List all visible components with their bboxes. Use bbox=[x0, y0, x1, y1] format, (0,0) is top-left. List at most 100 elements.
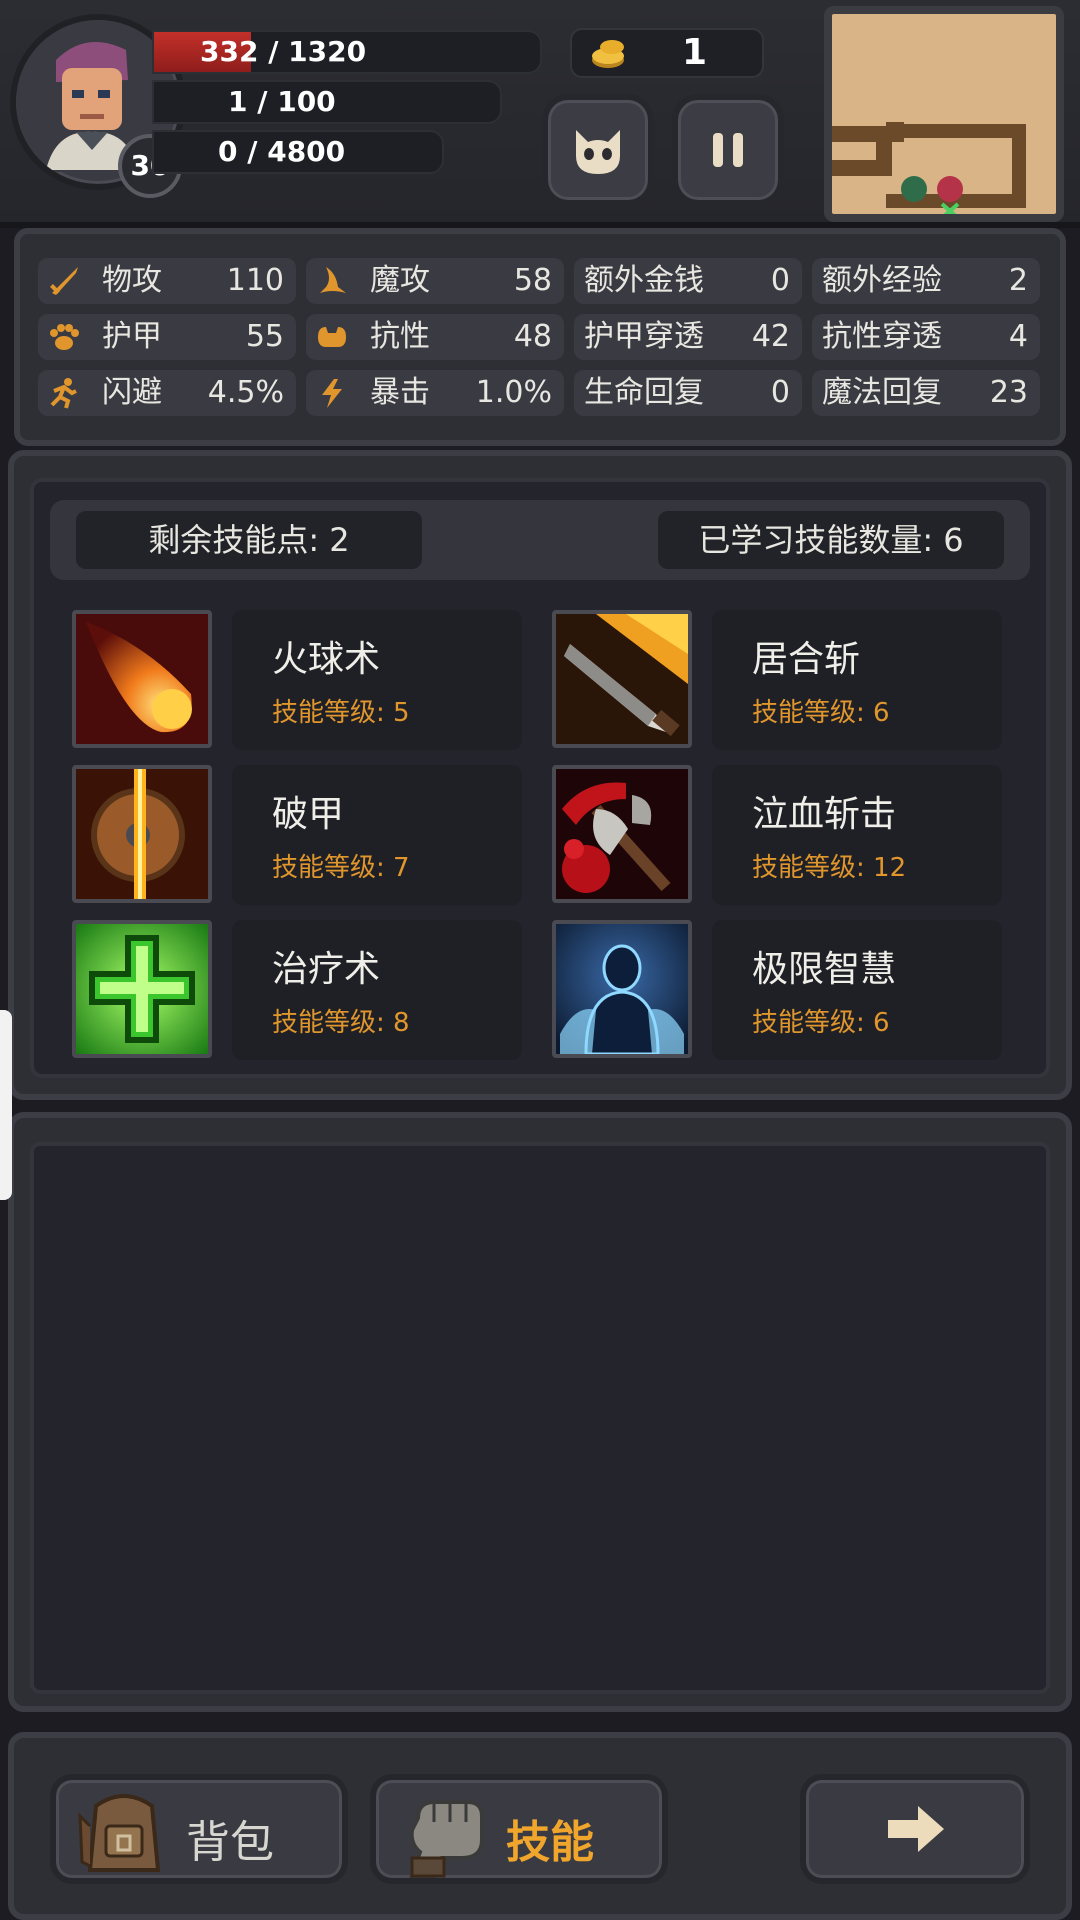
gold-amount: 1 bbox=[682, 32, 708, 73]
stat-7: 抗性穿透 4 bbox=[812, 314, 1040, 360]
stat-label: 闪避 bbox=[102, 375, 162, 410]
skill-level: 技能等级: 6 bbox=[752, 1008, 890, 1038]
mp-bar: 1 / 100 bbox=[152, 80, 502, 124]
skill-slot-armor-break[interactable] bbox=[72, 765, 212, 903]
stat-value: 48 bbox=[513, 319, 552, 354]
hp-bar: 332 / 1320 bbox=[152, 30, 542, 74]
bloody-axe-icon bbox=[556, 769, 688, 899]
stat-label: 暴击 bbox=[370, 375, 430, 410]
spirit-figure-icon bbox=[556, 924, 688, 1054]
wizard-hat-icon bbox=[320, 267, 346, 293]
stat-4: 护甲 55 bbox=[38, 314, 296, 360]
stat-value: 0 bbox=[770, 375, 790, 410]
stat-value: 110 bbox=[226, 263, 284, 298]
stat-value: 55 bbox=[245, 319, 284, 354]
stat-value: 1.0% bbox=[475, 375, 552, 410]
fireball-icon bbox=[76, 614, 208, 744]
backpack-label: 背包 bbox=[186, 1817, 274, 1868]
skill-name: 极限智慧 bbox=[752, 949, 897, 990]
stat-10: 生命回复 0 bbox=[574, 370, 802, 416]
stat-label: 魔法回复 bbox=[822, 375, 942, 410]
paw-armor-icon bbox=[50, 324, 79, 350]
stat-label: 物攻 bbox=[102, 263, 162, 298]
stat-1: 魔攻 58 bbox=[306, 258, 564, 304]
stat-2: 额外金钱 0 bbox=[574, 258, 802, 304]
stat-value: 0 bbox=[770, 263, 790, 298]
skill-level: 技能等级: 5 bbox=[272, 698, 410, 728]
backpack-button[interactable]: 背包 bbox=[50, 1774, 348, 1884]
skill-name: 居合斩 bbox=[752, 639, 861, 680]
minimap[interactable] bbox=[824, 6, 1064, 222]
skill-card-armor-break[interactable]: 破甲 技能等级: 7 bbox=[232, 765, 522, 905]
pause-icon bbox=[713, 133, 743, 167]
remaining-skill-points: 剩余技能点: 2 bbox=[76, 511, 422, 569]
skill-name: 泣血斩击 bbox=[752, 794, 897, 835]
skill-slot-extreme-wisdom[interactable] bbox=[552, 920, 692, 1058]
skill-card-extreme-wisdom[interactable]: 极限智慧 技能等级: 6 bbox=[712, 920, 1002, 1060]
skill-slot-fireball[interactable] bbox=[72, 610, 212, 748]
muscle-icon bbox=[318, 327, 346, 347]
skill-slot-iai-slash[interactable] bbox=[552, 610, 692, 748]
skill-level: 技能等级: 7 bbox=[272, 853, 410, 883]
skills-tab-label: 技能 bbox=[506, 1817, 594, 1868]
stat-label: 护甲穿透 bbox=[584, 319, 704, 354]
stat-5: 抗性 48 bbox=[306, 314, 564, 360]
skill-slot-bloody-strike[interactable] bbox=[552, 765, 692, 903]
stat-value: 4 bbox=[1008, 319, 1028, 354]
skill-card-fireball[interactable]: 火球术 技能等级: 5 bbox=[232, 610, 522, 750]
stat-label: 魔攻 bbox=[370, 263, 430, 298]
split-shield-icon bbox=[76, 769, 208, 899]
stat-value: 4.5% bbox=[207, 375, 284, 410]
hp-text: 332 / 1320 bbox=[200, 35, 367, 68]
stat-value: 42 bbox=[751, 319, 790, 354]
skills-header: 剩余技能点: 2 已学习技能数量: 6 bbox=[50, 500, 1030, 580]
backpack-icon bbox=[78, 1794, 161, 1872]
detail-panel-inner bbox=[30, 1142, 1050, 1694]
stat-label: 护甲 bbox=[102, 319, 162, 354]
skill-level: 技能等级: 8 bbox=[272, 1008, 410, 1038]
stat-label: 生命回复 bbox=[584, 375, 704, 410]
skill-level: 技能等级: 6 bbox=[752, 698, 890, 728]
learned-skill-count: 已学习技能数量: 6 bbox=[658, 511, 1004, 569]
stat-6: 护甲穿透 42 bbox=[574, 314, 802, 360]
gold-coin-icon bbox=[592, 40, 624, 68]
gold-counter: 1 bbox=[570, 28, 764, 78]
stat-9: 暴击 1.0% bbox=[306, 370, 564, 416]
fist-icon bbox=[409, 1800, 484, 1878]
xp-text: 0 / 4800 bbox=[218, 135, 346, 168]
lightning-icon bbox=[322, 379, 342, 408]
stat-8: 闪避 4.5% bbox=[38, 370, 296, 416]
skill-name: 治疗术 bbox=[272, 949, 381, 990]
xp-bar: 0 / 4800 bbox=[152, 130, 444, 174]
mp-text: 1 / 100 bbox=[228, 85, 336, 118]
stat-11: 魔法回复 23 bbox=[812, 370, 1040, 416]
stat-value: 23 bbox=[989, 375, 1028, 410]
skill-name: 火球术 bbox=[272, 639, 381, 680]
pause-button[interactable] bbox=[672, 94, 784, 206]
stat-label: 额外金钱 bbox=[584, 263, 704, 298]
stat-label: 额外经验 bbox=[822, 263, 942, 298]
skill-card-bloody-strike[interactable]: 泣血斩击 技能等级: 12 bbox=[712, 765, 1002, 905]
skill-card-heal[interactable]: 治疗术 技能等级: 8 bbox=[232, 920, 522, 1060]
running-icon bbox=[50, 378, 77, 409]
stat-label: 抗性 bbox=[370, 319, 430, 354]
stat-label: 抗性穿透 bbox=[822, 319, 942, 354]
flaming-sword-icon bbox=[556, 614, 688, 744]
skill-card-iai-slash[interactable]: 居合斩 技能等级: 6 bbox=[712, 610, 1002, 750]
next-button[interactable] bbox=[800, 1774, 1030, 1884]
dungeon-map-icon bbox=[832, 122, 1026, 214]
sword-icon bbox=[50, 267, 78, 295]
skills-tab-button[interactable]: 技能 bbox=[370, 1774, 668, 1884]
stat-3: 额外经验 2 bbox=[812, 258, 1040, 304]
green-cross-icon bbox=[76, 924, 208, 1054]
skill-name: 破甲 bbox=[272, 794, 345, 835]
skill-level: 技能等级: 12 bbox=[752, 853, 907, 883]
stat-value: 2 bbox=[1008, 263, 1028, 298]
arrow-right-icon bbox=[888, 1806, 944, 1852]
skill-slot-heal[interactable] bbox=[72, 920, 212, 1058]
creature-face-icon bbox=[576, 130, 620, 174]
side-drawer-handle[interactable] bbox=[0, 1010, 12, 1200]
stat-0: 物攻 110 bbox=[38, 258, 296, 304]
monster-info-button[interactable] bbox=[542, 94, 654, 206]
stat-value: 58 bbox=[513, 263, 552, 298]
